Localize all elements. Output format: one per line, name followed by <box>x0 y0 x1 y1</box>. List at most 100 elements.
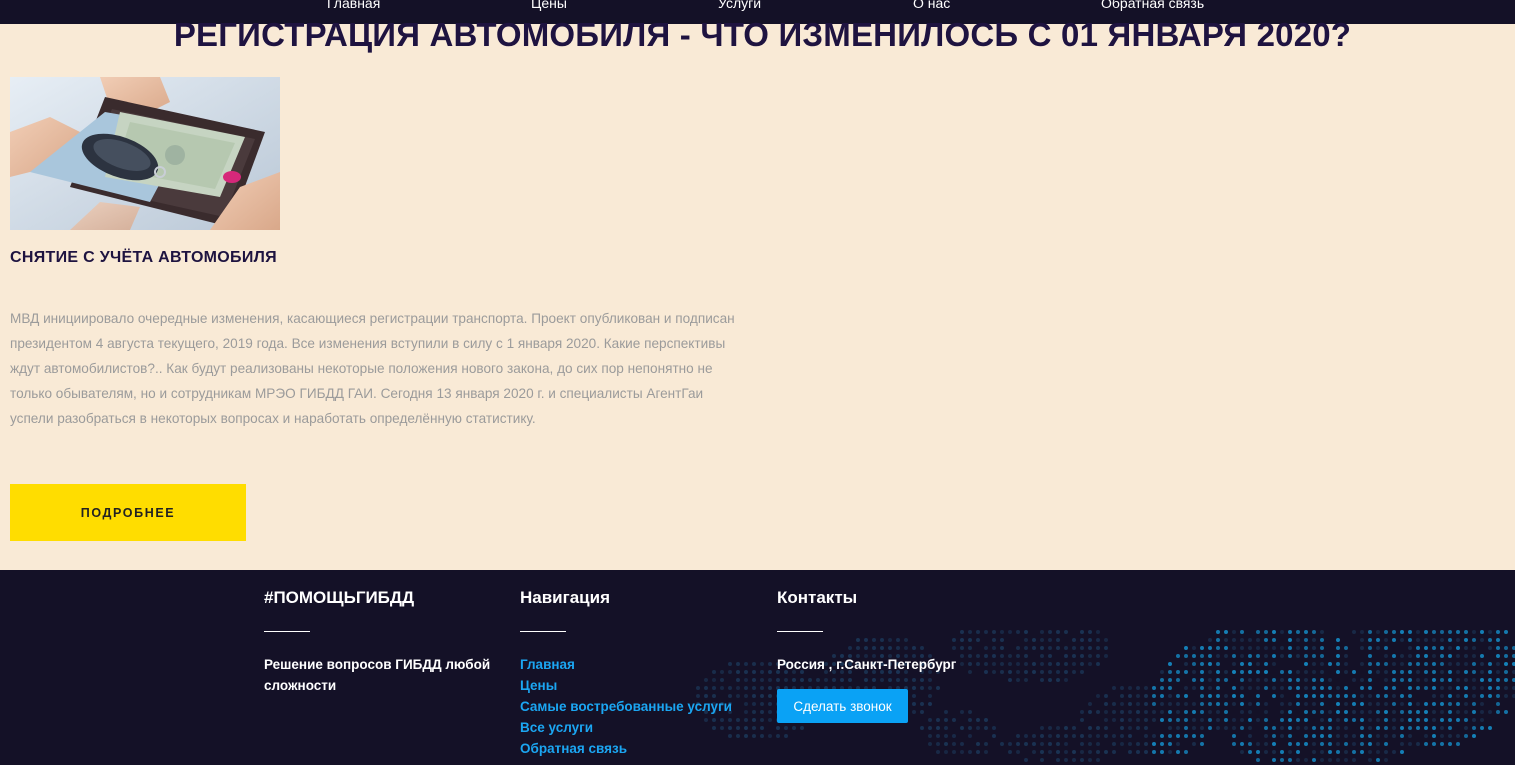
map-dot <box>1504 646 1508 650</box>
map-dot <box>1344 734 1348 738</box>
footer-contacts-column: Контакты Россия , г.Санкт-Петербург Сдел… <box>777 588 956 723</box>
map-dot <box>1264 678 1268 682</box>
map-dot <box>1264 710 1268 714</box>
map-dot <box>1216 646 1220 650</box>
map-dot <box>1280 758 1284 762</box>
map-dot <box>1264 638 1268 642</box>
map-dot <box>768 678 772 682</box>
map-dot <box>752 678 756 682</box>
footer-link-home[interactable]: Главная <box>520 657 575 672</box>
map-dot <box>1312 662 1316 666</box>
map-dot <box>1496 678 1500 682</box>
map-dot <box>1448 670 1452 674</box>
map-dot <box>1288 758 1292 762</box>
map-dot <box>1296 742 1300 746</box>
map-dot <box>744 702 748 706</box>
map-dot <box>1144 750 1148 754</box>
map-dot <box>1024 654 1028 658</box>
map-dot <box>1304 662 1308 666</box>
map-dot <box>1464 654 1468 658</box>
footer-link-feedback[interactable]: Обратная связь <box>520 741 627 756</box>
map-dot <box>1320 646 1324 650</box>
map-dot <box>1152 694 1156 698</box>
map-dot <box>1080 734 1084 738</box>
map-dot <box>1136 742 1140 746</box>
map-dot <box>1392 702 1396 706</box>
map-dot <box>1296 670 1300 674</box>
map-dot <box>1296 646 1300 650</box>
map-dot <box>1368 726 1372 730</box>
map-dot <box>960 662 964 666</box>
map-dot <box>1328 662 1332 666</box>
map-dot <box>1016 670 1020 674</box>
map-dot <box>1176 718 1180 722</box>
map-dot <box>1040 670 1044 674</box>
map-dot <box>1336 694 1340 698</box>
article-image[interactable] <box>10 77 280 230</box>
map-dot <box>752 726 756 730</box>
map-dot <box>1248 718 1252 722</box>
map-dot <box>1352 718 1356 722</box>
map-dot <box>1288 670 1292 674</box>
nav-link-prices[interactable]: Цены <box>531 0 567 11</box>
map-dot <box>1464 686 1468 690</box>
map-dot <box>1376 742 1380 746</box>
map-dot <box>1464 718 1468 722</box>
map-dot <box>1264 670 1268 674</box>
map-dot <box>1288 710 1292 714</box>
map-dot <box>1168 694 1172 698</box>
map-dot <box>1384 710 1388 714</box>
map-dot <box>1120 742 1124 746</box>
map-dot <box>1152 742 1156 746</box>
map-dot <box>1200 710 1204 714</box>
footer-link-popular-services[interactable]: Самые востребованные услуги <box>520 699 732 714</box>
map-dot <box>1360 710 1364 714</box>
map-dot <box>1280 726 1284 730</box>
footer-link-all-services[interactable]: Все услуги <box>520 720 593 735</box>
map-dot <box>1048 662 1052 666</box>
map-dot <box>1176 678 1180 682</box>
map-dot <box>1472 654 1476 658</box>
nav-link-feedback[interactable]: Обратная связь <box>1101 0 1204 11</box>
map-dot <box>1160 686 1164 690</box>
nav-link-about[interactable]: О нас <box>913 0 950 11</box>
map-dot <box>792 726 796 730</box>
map-dot <box>1456 686 1460 690</box>
map-dot <box>1080 742 1084 746</box>
map-dot <box>1296 630 1300 634</box>
map-dot <box>1200 654 1204 658</box>
map-dot <box>1336 662 1340 666</box>
map-dot <box>1464 710 1468 714</box>
map-dot <box>768 702 772 706</box>
footer-link-prices[interactable]: Цены <box>520 678 557 693</box>
map-dot <box>1368 750 1372 754</box>
map-dot <box>1224 678 1228 682</box>
map-dot <box>1144 734 1148 738</box>
call-button[interactable]: Сделать звонок <box>777 689 908 723</box>
map-dot <box>1480 678 1484 682</box>
map-dot <box>1448 734 1452 738</box>
map-dot <box>1440 678 1444 682</box>
map-dot <box>1392 750 1396 754</box>
map-dot <box>1224 646 1228 650</box>
map-dot <box>1248 726 1252 730</box>
nav-link-home[interactable]: Главная <box>327 0 380 11</box>
article-body: МВД инициировало очередные изменения, ка… <box>10 311 735 426</box>
map-dot <box>1080 670 1084 674</box>
map-dot <box>1432 686 1436 690</box>
map-dot <box>1256 758 1260 762</box>
map-dot <box>1096 742 1100 746</box>
map-dot <box>1288 726 1292 730</box>
map-dot <box>1072 654 1076 658</box>
map-dot <box>1008 670 1012 674</box>
map-dot <box>1416 710 1420 714</box>
map-dot <box>1272 694 1276 698</box>
more-button[interactable]: ПОДРОБНЕЕ <box>10 484 246 541</box>
map-dot <box>1296 750 1300 754</box>
nav-link-services[interactable]: Услуги <box>718 0 761 11</box>
map-dot <box>1416 638 1420 642</box>
map-dot <box>1400 750 1404 754</box>
map-dot <box>1456 702 1460 706</box>
map-dot <box>1328 686 1332 690</box>
map-dot <box>1296 654 1300 658</box>
